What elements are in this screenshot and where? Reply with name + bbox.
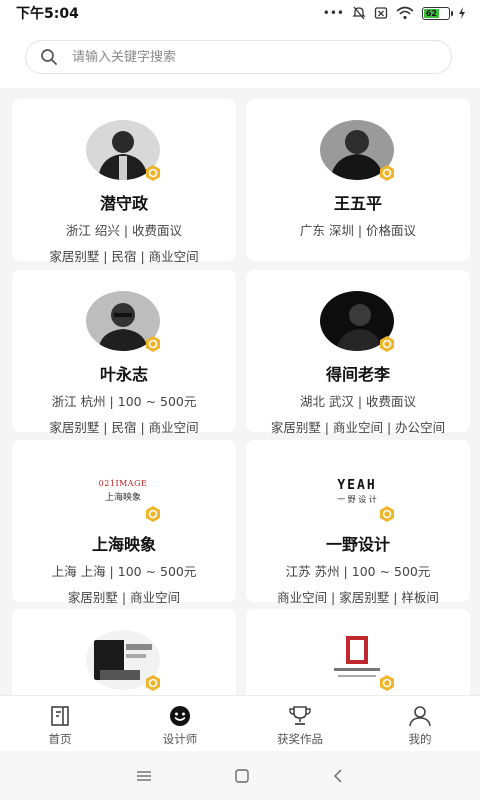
battery-icon: 62 xyxy=(422,6,453,20)
designer-name: 潜守政 xyxy=(99,194,148,213)
tab-label: 首页 xyxy=(48,732,72,746)
tab-home[interactable]: 首页 xyxy=(0,696,120,751)
designer-location: 广东 深圳 | 价格面议 xyxy=(299,223,417,238)
designer-categories: 家居别墅 | 民宿 | 商业空间 xyxy=(49,420,199,435)
status-bar: 下午5:04 ••• 62 xyxy=(0,0,480,26)
avatar: YEAH 一 野 设 计 xyxy=(320,461,394,522)
menu-icon[interactable] xyxy=(136,769,152,783)
designer-card[interactable]: 得间老李 湖北 武汉 | 收费面议 家居别墅 | 商业空间 | 办公空间 xyxy=(246,270,470,435)
wifi-icon xyxy=(396,6,414,20)
tab-label: 获奖作品 xyxy=(277,732,323,746)
designer-location: 江苏 苏州 | 100 ~ 500元 xyxy=(285,564,431,579)
charging-icon xyxy=(459,7,465,19)
designer-badge-icon xyxy=(380,165,394,181)
battery-level: 62 xyxy=(425,8,437,18)
designer-card[interactable] xyxy=(246,609,470,695)
designer-badge-icon xyxy=(146,506,160,522)
sim-off-icon xyxy=(374,7,388,19)
logo-text-bottom: 上海映象 xyxy=(104,493,141,503)
tab-designer[interactable]: 设计师 xyxy=(120,696,240,751)
designer-name: 得间老李 xyxy=(325,365,390,384)
designer-badge-icon xyxy=(380,336,394,352)
designer-grid: 潜守政 浙江 绍兴 | 收费面议 家居别墅 | 民宿 | 商业空间 王五平 广东… xyxy=(0,88,480,695)
logo-text-top: YEAH xyxy=(337,477,377,493)
designer-categories: 商业空间 | 家居别墅 | 样板间 xyxy=(277,590,439,605)
home-icon xyxy=(51,706,69,726)
user-icon xyxy=(409,706,431,727)
tab-label: 我的 xyxy=(408,732,432,746)
designer-card[interactable]: 021IMAGE 上海映象 上海映象 上海 上海 | 100 ~ 500元 家居… xyxy=(12,440,236,605)
avatar xyxy=(320,291,394,352)
designer-card[interactable]: YEAH 一 野 设 计 一野设计 江苏 苏州 | 100 ~ 500元 商业空… xyxy=(246,440,470,605)
smiley-icon xyxy=(170,706,190,726)
search-box[interactable] xyxy=(25,40,452,74)
designer-categories: 家居别墅 | 商业空间 xyxy=(67,590,181,605)
avatar xyxy=(86,120,160,181)
home-square-icon[interactable] xyxy=(234,768,250,784)
avatar xyxy=(320,120,394,181)
designer-badge-icon xyxy=(146,165,160,181)
avatar: 021IMAGE 上海映象 xyxy=(86,461,160,522)
logo-text-bottom: 一 野 设 计 xyxy=(337,494,377,504)
designer-card[interactable]: 王五平 广东 深圳 | 价格面议 xyxy=(246,99,470,261)
designer-badge-icon xyxy=(146,675,160,691)
designer-categories: 家居别墅 | 民宿 | 商业空间 xyxy=(49,249,199,264)
designer-card[interactable] xyxy=(12,609,236,695)
status-time: 下午5:04 xyxy=(16,6,79,22)
tab-mine[interactable]: 我的 xyxy=(360,696,480,751)
designer-card[interactable]: 叶永志 浙江 杭州 | 100 ~ 500元 家居别墅 | 民宿 | 商业空间 xyxy=(12,270,236,435)
designer-badge-icon xyxy=(380,675,394,691)
designer-name: 上海映象 xyxy=(91,535,156,554)
dots-icon: ••• xyxy=(322,6,344,20)
search-icon xyxy=(41,49,57,65)
designer-location: 上海 上海 | 100 ~ 500元 xyxy=(51,564,197,579)
designer-location: 湖北 武汉 | 收费面议 xyxy=(299,394,417,409)
designer-location: 浙江 杭州 | 100 ~ 500元 xyxy=(51,394,197,409)
designer-name: 叶永志 xyxy=(99,365,148,384)
tab-label: 设计师 xyxy=(162,732,198,746)
system-nav-bar xyxy=(0,751,480,800)
search-input[interactable] xyxy=(72,49,412,65)
designer-location: 浙江 绍兴 | 收费面议 xyxy=(65,223,183,238)
avatar xyxy=(320,630,394,691)
avatar xyxy=(86,291,160,352)
trophy-icon xyxy=(289,706,311,725)
status-icons: ••• 62 xyxy=(323,6,466,20)
designer-badge-icon xyxy=(380,506,394,522)
designer-name: 王五平 xyxy=(333,194,382,213)
designer-card[interactable]: 潜守政 浙江 绍兴 | 收费面议 家居别墅 | 民宿 | 商业空间 xyxy=(12,99,236,264)
tab-awards[interactable]: 获奖作品 xyxy=(240,696,360,751)
logo-text-top: 021IMAGE xyxy=(98,479,148,488)
avatar xyxy=(86,630,160,691)
search-area xyxy=(0,26,480,88)
bottom-tab-bar: 首页 设计师 获奖作品 我的 xyxy=(0,695,480,751)
designer-categories: 家居别墅 | 商业空间 | 办公空间 xyxy=(270,420,446,435)
mute-icon xyxy=(352,6,366,20)
back-icon[interactable] xyxy=(332,769,344,783)
designer-name: 一野设计 xyxy=(325,535,390,554)
designer-badge-icon xyxy=(146,336,160,352)
